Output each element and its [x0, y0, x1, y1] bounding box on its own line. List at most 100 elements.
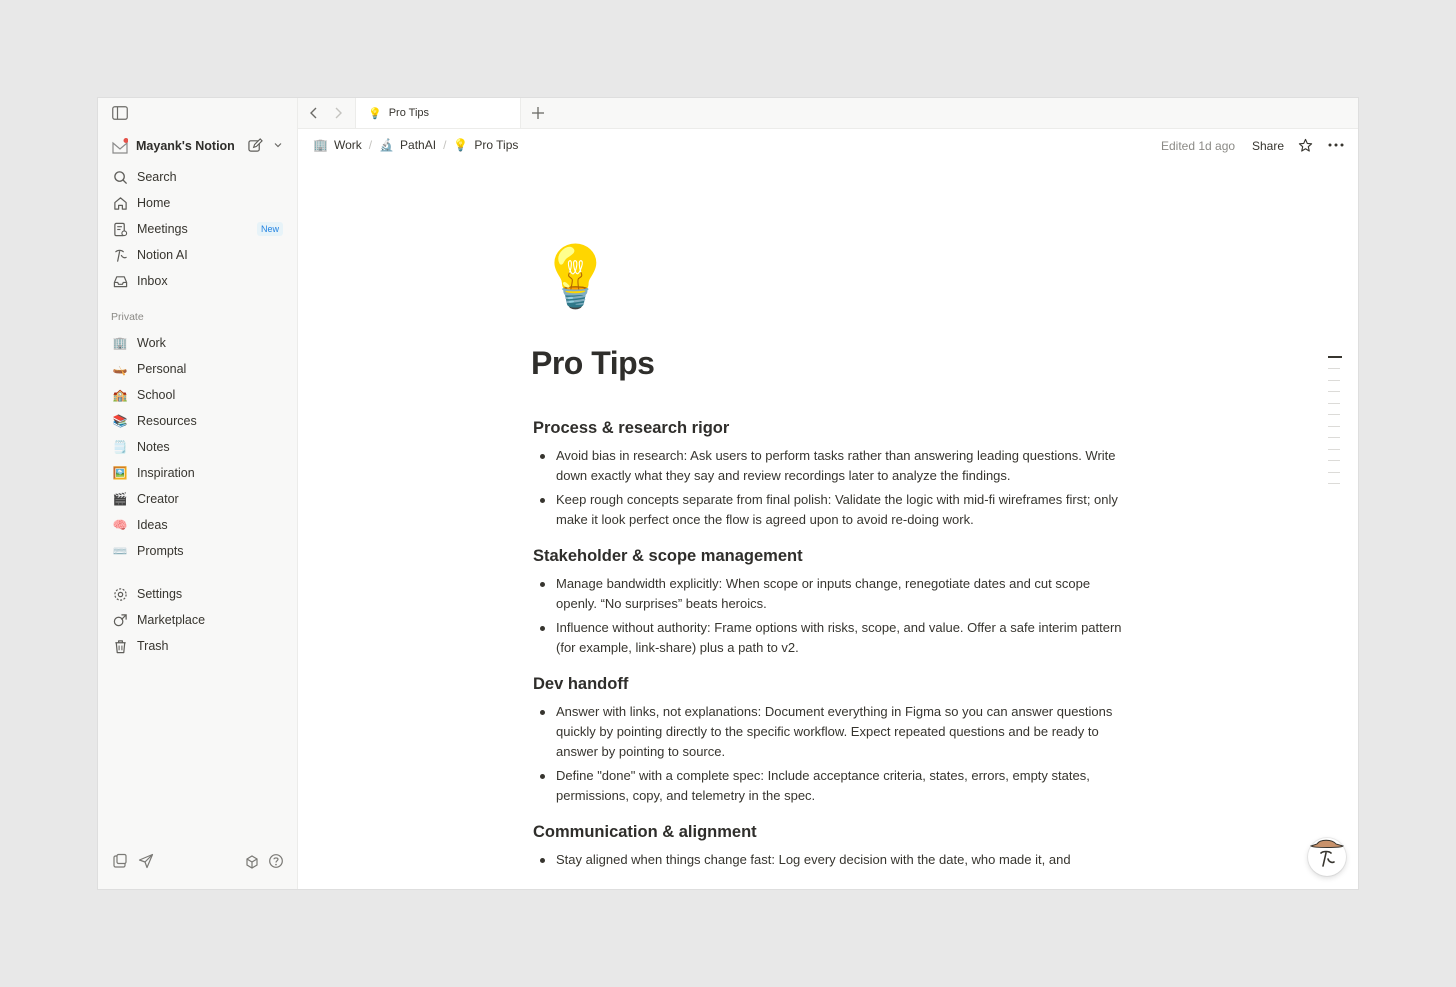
page-emoji-icon: 🎬	[112, 492, 128, 506]
more-icon[interactable]	[1328, 142, 1344, 148]
sidebar-page-creator[interactable]: 🎬 Creator	[98, 486, 297, 512]
toc-line	[1328, 368, 1340, 369]
sidebar-page-school[interactable]: 🏫 School	[98, 382, 297, 408]
tab-bar: 💡 Pro Tips	[298, 98, 1358, 129]
sidebar-item-label: Trash	[137, 639, 169, 653]
sidebar-bottom-nav: Settings Marketplace Trash	[98, 581, 297, 659]
page-title[interactable]: Pro Tips	[531, 345, 655, 382]
sidebar-item-search[interactable]: Search	[98, 164, 297, 190]
bullet-list: Manage bandwidth explicitly: When scope …	[533, 574, 1133, 658]
sidebar-page-personal[interactable]: 🛶 Personal	[98, 356, 297, 382]
toc-line	[1328, 414, 1340, 415]
page-emoji-icon: 🖼️	[112, 466, 128, 480]
back-arrow-icon[interactable]	[307, 106, 321, 120]
section-heading[interactable]: Dev handoff	[533, 670, 1133, 698]
breadcrumb-item-pathai[interactable]: 🔬 PathAI	[379, 138, 436, 152]
tab-pro-tips[interactable]: 💡 Pro Tips	[355, 98, 521, 128]
toc-line	[1328, 356, 1342, 358]
section-heading[interactable]: Process & research rigor	[533, 414, 1133, 442]
sidebar-item-label: Marketplace	[137, 613, 206, 627]
star-icon[interactable]	[1298, 138, 1313, 153]
page-header-bar: 🏢 Work / 🔬 PathAI / 💡 Pro Tips Edited 1d ag…	[298, 129, 1358, 163]
breadcrumb-separator: /	[368, 138, 373, 152]
sidebar-item-label: Ideas	[137, 518, 168, 532]
microscope-icon: 🔬	[379, 138, 395, 152]
bullet-list: Answer with links, not explanations: Doc…	[533, 702, 1133, 806]
sidebar-item-label: Home	[137, 196, 171, 210]
private-section-label[interactable]: Private	[111, 311, 144, 323]
workspace-switcher[interactable]: Mayank's Notion	[112, 136, 287, 156]
notion-ai-button[interactable]	[1308, 838, 1346, 876]
page-emoji-icon: 🏫	[112, 388, 128, 402]
section-communication: Communication & alignment Stay aligned w…	[533, 818, 1133, 870]
toc-line	[1328, 425, 1340, 427]
section-heading[interactable]: Stakeholder & scope management	[533, 542, 1133, 570]
send-icon[interactable]	[138, 853, 154, 869]
breadcrumb-item-pro-tips[interactable]: 💡 Pro Tips	[453, 138, 518, 152]
sidebar-item-label: Work	[137, 336, 166, 350]
help-icon[interactable]	[268, 853, 284, 869]
sidebar-item-label: Resources	[137, 414, 197, 428]
sidebar-item-meetings[interactable]: Meetings New	[98, 216, 297, 242]
breadcrumb-label: Pro Tips	[474, 138, 519, 152]
sidebar-page-notes[interactable]: 🗒️ Notes	[98, 434, 297, 460]
table-of-contents-minimap[interactable]	[1328, 356, 1342, 495]
toc-line	[1328, 460, 1340, 461]
bullet-item[interactable]: Manage bandwidth explicitly: When scope …	[533, 574, 1133, 614]
sidebar-item-trash[interactable]: Trash	[98, 633, 297, 659]
edited-timestamp: Edited 1d ago	[1161, 139, 1236, 153]
sidebar-item-label: Creator	[137, 492, 179, 506]
toc-line	[1328, 402, 1340, 404]
forward-arrow-icon[interactable]	[331, 106, 345, 120]
gift-icon[interactable]	[244, 853, 260, 869]
building-icon: 🏢	[313, 138, 328, 152]
breadcrumb-item-work[interactable]: 🏢 Work	[313, 138, 362, 152]
share-button[interactable]: Share	[1252, 139, 1284, 153]
app-window: Mayank's Notion Search Home Meetings New…	[98, 98, 1358, 889]
page-icon-lightbulb[interactable]: 💡	[538, 242, 613, 312]
toc-line	[1328, 379, 1340, 381]
sidebar-item-label: Settings	[137, 587, 183, 601]
sidebar-top-nav: Search Home Meetings New Notion AI Inbox	[98, 164, 297, 294]
sidebar-page-ideas[interactable]: 🧠 Ideas	[98, 512, 297, 538]
sidebar-item-label: Search	[137, 170, 177, 184]
page-emoji-icon: 🏢	[112, 336, 128, 350]
lightbulb-icon: 💡	[368, 107, 382, 120]
sidebar-toggle-icon[interactable]	[112, 106, 128, 120]
bullet-item[interactable]: Avoid bias in research: Ask users to per…	[533, 446, 1133, 486]
sidebar-item-home[interactable]: Home	[98, 190, 297, 216]
notion-ai-icon	[112, 247, 128, 263]
bullet-item[interactable]: Influence without authority: Frame optio…	[533, 618, 1133, 658]
workspace-name: Mayank's Notion	[136, 139, 235, 153]
breadcrumb-separator: /	[443, 138, 447, 152]
sidebar-item-notion-ai[interactable]: Notion AI	[98, 242, 297, 268]
bullet-item[interactable]: Answer with links, not explanations: Doc…	[533, 702, 1133, 762]
toc-line	[1328, 437, 1340, 438]
search-icon	[112, 169, 128, 185]
sidebar-page-inspiration[interactable]: 🖼️ Inspiration	[98, 460, 297, 486]
settings-icon	[112, 586, 128, 602]
sidebar-item-marketplace[interactable]: Marketplace	[98, 607, 297, 633]
chevron-down-icon[interactable]	[273, 140, 283, 150]
new-page-icon[interactable]	[248, 138, 263, 153]
section-heading[interactable]: Communication & alignment	[533, 818, 1133, 846]
sidebar-item-inbox[interactable]: Inbox	[98, 268, 297, 294]
sidebar-page-work[interactable]: 🏢 Work	[98, 330, 297, 356]
bullet-item[interactable]: Define "done" with a complete spec: Incl…	[533, 766, 1133, 806]
calendar-icon[interactable]	[112, 853, 128, 869]
notion-ai-face-icon	[1309, 839, 1344, 867]
tab-label: Pro Tips	[388, 107, 430, 119]
sidebar-item-label: Notes	[137, 440, 170, 454]
sidebar-item-settings[interactable]: Settings	[98, 581, 297, 607]
sidebar-page-resources[interactable]: 📚 Resources	[98, 408, 297, 434]
plus-icon[interactable]	[530, 105, 546, 121]
bullet-item[interactable]: Keep rough concepts separate from final …	[533, 490, 1133, 530]
bullet-list: Stay aligned when things change fast: Lo…	[533, 850, 1133, 870]
sidebar-page-prompts[interactable]: ⌨️ Prompts	[98, 538, 297, 564]
section-process: Process & research rigor Avoid bias in r…	[533, 414, 1133, 530]
sidebar-item-label: Meetings	[137, 222, 188, 236]
lightbulb-icon: 💡	[453, 138, 469, 152]
sidebar-footer	[98, 845, 297, 889]
sidebar-item-label: Inspiration	[137, 466, 195, 480]
bullet-item[interactable]: Stay aligned when things change fast: Lo…	[533, 850, 1133, 870]
